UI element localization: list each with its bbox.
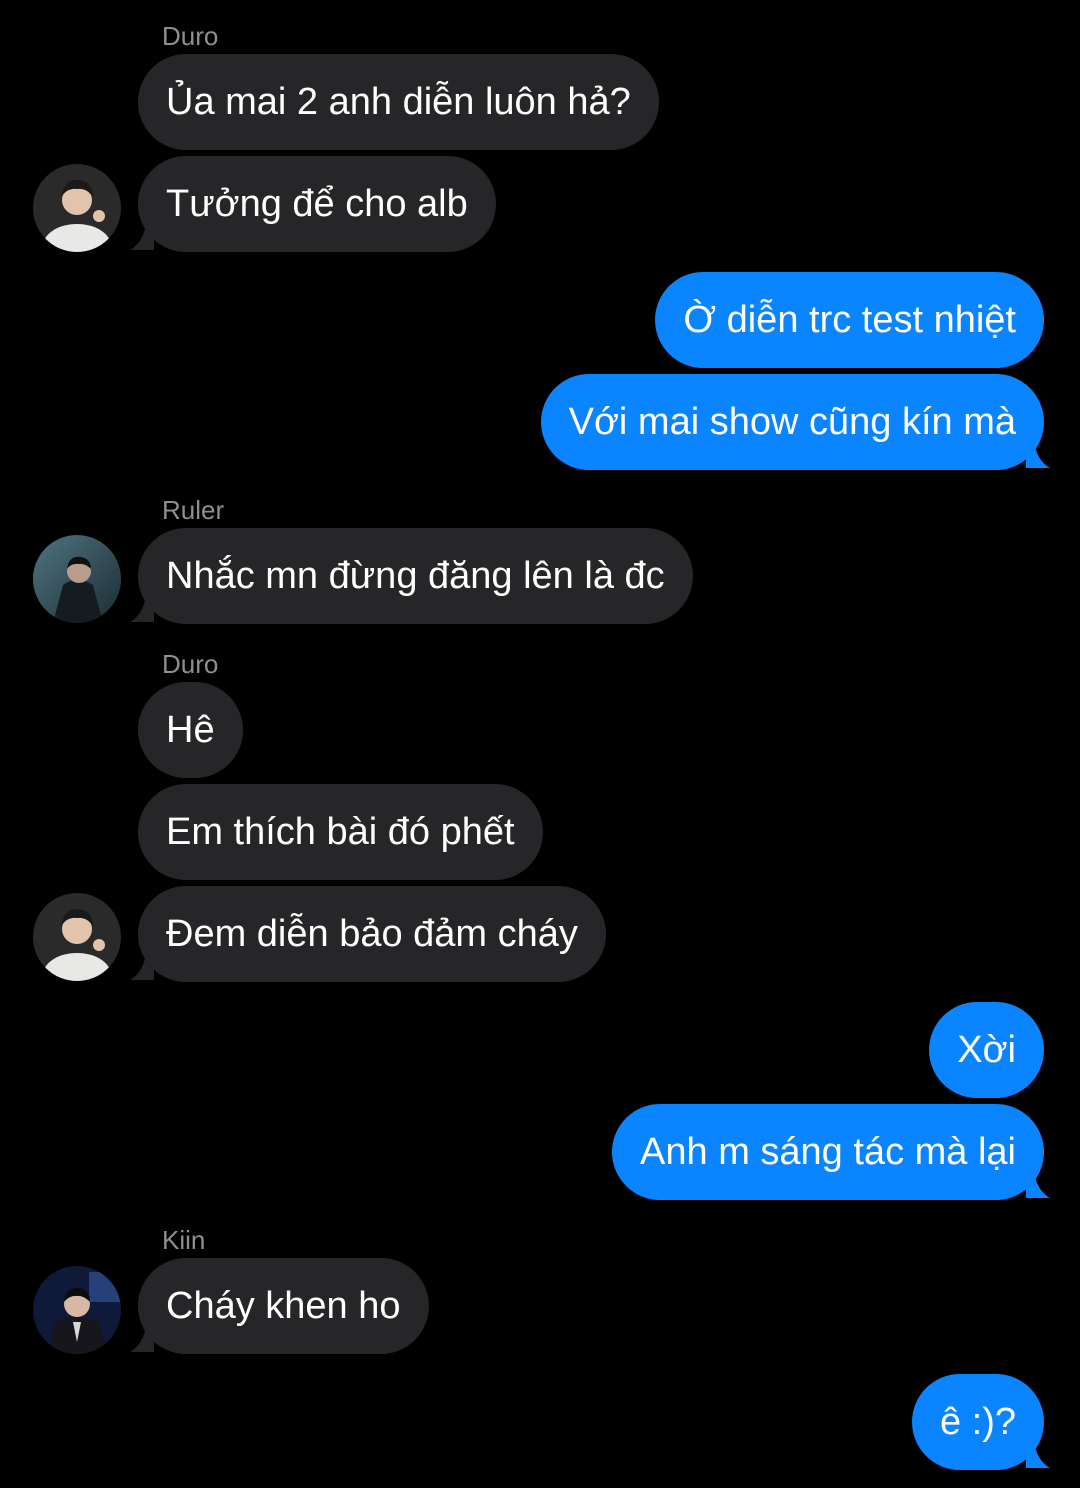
incoming-message-bubble[interactable]: Tưởng để cho alb: [138, 156, 496, 252]
incoming-message-bubble[interactable]: Đem diễn bảo đảm cháy: [138, 886, 606, 982]
outgoing-message-bubble[interactable]: Với mai show cũng kín mà: [540, 374, 1044, 470]
incoming-bubble-tail: [130, 1324, 154, 1352]
incoming-bubble-tail: [130, 952, 154, 980]
incoming-message-bubble[interactable]: Hê: [138, 682, 243, 778]
incoming-message-bubble[interactable]: Cháy khen ho: [138, 1258, 429, 1354]
incoming-bubble-tail: [130, 222, 154, 250]
sender-name-ruler: Ruler: [162, 495, 225, 525]
outgoing-message-bubble[interactable]: Xời: [929, 1002, 1044, 1098]
kiin-avatar[interactable]: [33, 1266, 121, 1354]
sender-name-kiin: Kiin: [162, 1225, 206, 1255]
incoming-message-bubble[interactable]: Nhắc mn đừng đăng lên là đc: [138, 528, 693, 624]
outgoing-message-bubble[interactable]: Anh m sáng tác mà lại: [612, 1104, 1044, 1200]
incoming-message-bubble[interactable]: Ủa mai 2 anh diễn luôn hả?: [138, 54, 659, 150]
ruler-avatar[interactable]: [33, 535, 121, 623]
incoming-bubble-tail: [130, 594, 154, 622]
sender-name-duro: Duro: [162, 21, 219, 51]
outgoing-message-bubble[interactable]: ê :)?: [911, 1374, 1044, 1470]
duro-avatar[interactable]: [33, 893, 121, 981]
duro-avatar[interactable]: [33, 164, 121, 252]
outgoing-bubble-tail: [1026, 1440, 1050, 1468]
outgoing-message-bubble[interactable]: Ờ diễn trc test nhiệt: [655, 272, 1044, 368]
outgoing-bubble-tail: [1026, 440, 1050, 468]
incoming-message-bubble[interactable]: Em thích bài đó phết: [138, 784, 543, 880]
outgoing-bubble-tail: [1026, 1170, 1050, 1198]
sender-name-duro: Duro: [162, 649, 219, 679]
